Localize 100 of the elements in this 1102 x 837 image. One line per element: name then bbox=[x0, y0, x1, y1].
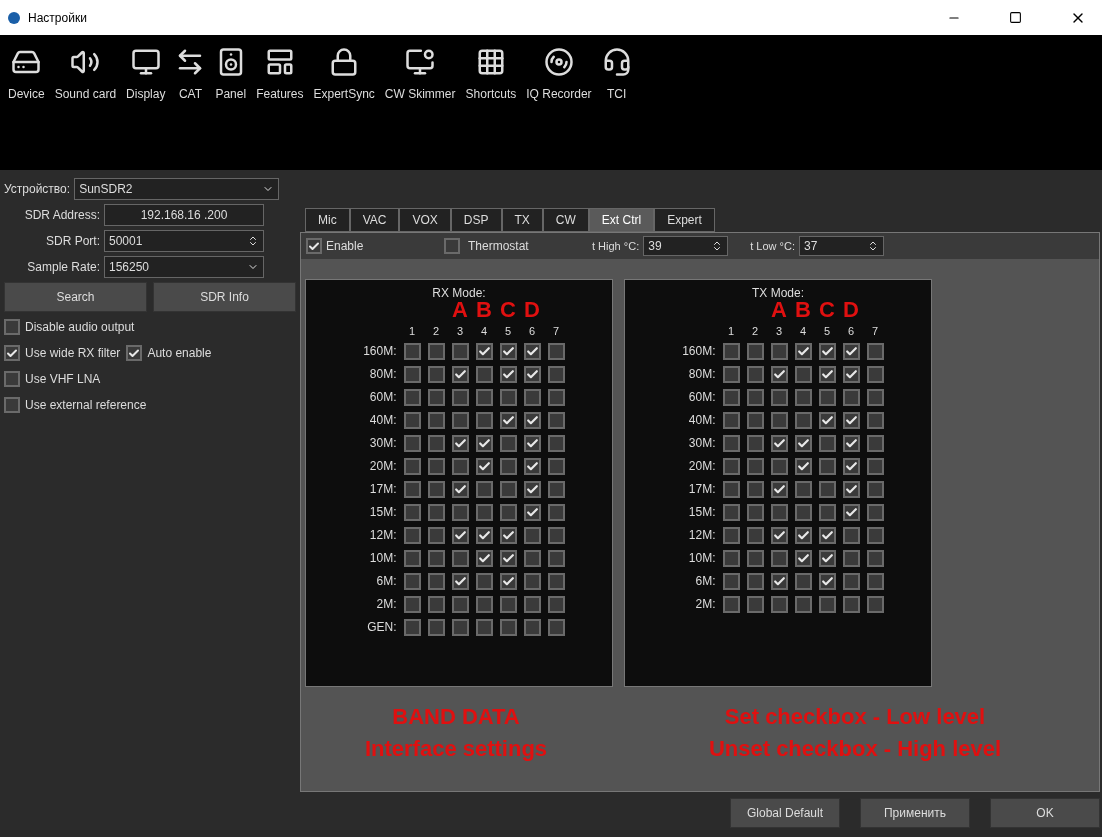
checkbox[interactable] bbox=[746, 411, 764, 429]
checkbox[interactable] bbox=[427, 595, 445, 613]
toolbar-button[interactable]: Features bbox=[256, 47, 304, 103]
checkbox[interactable] bbox=[126, 345, 143, 361]
toolbar-button[interactable]: Panel bbox=[215, 47, 247, 103]
checkbox[interactable] bbox=[818, 572, 836, 590]
checkbox[interactable] bbox=[842, 434, 860, 452]
toolbar-button[interactable]: Device bbox=[8, 47, 45, 103]
checkbox[interactable] bbox=[523, 618, 541, 636]
checkbox[interactable] bbox=[523, 480, 541, 498]
checkbox[interactable] bbox=[770, 411, 788, 429]
footer-button[interactable]: OK bbox=[990, 798, 1100, 828]
checkbox[interactable] bbox=[794, 572, 812, 590]
spin-field[interactable]: 37 bbox=[798, 236, 884, 256]
checkbox[interactable] bbox=[523, 526, 541, 544]
checkbox[interactable] bbox=[746, 549, 764, 567]
checkbox[interactable] bbox=[499, 434, 517, 452]
checkbox[interactable] bbox=[722, 572, 740, 590]
checkbox[interactable] bbox=[4, 397, 20, 413]
checkbox[interactable] bbox=[475, 526, 493, 544]
checkbox[interactable] bbox=[523, 503, 541, 521]
tab[interactable]: Mic bbox=[305, 208, 350, 232]
checkbox[interactable] bbox=[499, 618, 517, 636]
checkbox[interactable] bbox=[547, 411, 565, 429]
checkbox[interactable] bbox=[842, 480, 860, 498]
checkbox[interactable] bbox=[722, 595, 740, 613]
checkbox[interactable] bbox=[475, 572, 493, 590]
checkbox[interactable] bbox=[475, 480, 493, 498]
checkbox[interactable] bbox=[794, 411, 812, 429]
checkbox[interactable] bbox=[451, 549, 469, 567]
checkbox[interactable] bbox=[499, 595, 517, 613]
checkbox[interactable] bbox=[866, 480, 884, 498]
checkbox[interactable] bbox=[475, 549, 493, 567]
checkbox[interactable] bbox=[722, 434, 740, 452]
checkbox[interactable] bbox=[523, 411, 541, 429]
checkbox[interactable] bbox=[770, 434, 788, 452]
checkbox[interactable] bbox=[499, 342, 517, 360]
checkbox[interactable] bbox=[770, 457, 788, 475]
checkbox[interactable] bbox=[427, 618, 445, 636]
tab[interactable]: VAC bbox=[349, 208, 400, 232]
checkbox[interactable] bbox=[523, 572, 541, 590]
checkbox[interactable] bbox=[746, 480, 764, 498]
checkbox[interactable] bbox=[842, 595, 860, 613]
dropdown[interactable]: 156250 bbox=[104, 256, 264, 278]
checkbox[interactable] bbox=[770, 480, 788, 498]
checkbox[interactable] bbox=[770, 388, 788, 406]
checkbox[interactable] bbox=[451, 618, 469, 636]
input-field[interactable]: 192.168.16 .200 bbox=[104, 204, 264, 226]
checkbox[interactable] bbox=[818, 526, 836, 544]
checkbox[interactable] bbox=[866, 342, 884, 360]
checkbox[interactable] bbox=[403, 365, 421, 383]
checkbox[interactable] bbox=[794, 549, 812, 567]
checkbox[interactable] bbox=[770, 572, 788, 590]
checkbox[interactable] bbox=[842, 526, 860, 544]
checkbox[interactable] bbox=[722, 388, 740, 406]
checkbox[interactable] bbox=[866, 434, 884, 452]
toolbar-button[interactable]: CAT bbox=[175, 47, 206, 103]
checkbox[interactable] bbox=[722, 457, 740, 475]
checkbox[interactable] bbox=[818, 503, 836, 521]
checkbox[interactable] bbox=[722, 503, 740, 521]
tab[interactable]: VOX bbox=[399, 208, 451, 232]
checkbox[interactable] bbox=[866, 411, 884, 429]
toolbar-button[interactable]: TCI bbox=[601, 47, 632, 103]
checkbox[interactable] bbox=[842, 572, 860, 590]
checkbox[interactable] bbox=[794, 595, 812, 613]
checkbox[interactable] bbox=[547, 595, 565, 613]
checkbox[interactable] bbox=[794, 434, 812, 452]
checkbox[interactable] bbox=[818, 365, 836, 383]
checkbox[interactable] bbox=[403, 503, 421, 521]
checkbox[interactable] bbox=[475, 618, 493, 636]
checkbox[interactable] bbox=[818, 595, 836, 613]
checkbox[interactable] bbox=[499, 457, 517, 475]
checkbox[interactable] bbox=[475, 595, 493, 613]
checkbox[interactable] bbox=[794, 365, 812, 383]
checkbox[interactable] bbox=[547, 434, 565, 452]
checkbox[interactable] bbox=[818, 388, 836, 406]
checkbox[interactable] bbox=[523, 342, 541, 360]
checkbox[interactable] bbox=[722, 342, 740, 360]
checkbox[interactable] bbox=[4, 345, 20, 361]
checkbox[interactable] bbox=[427, 549, 445, 567]
checkbox[interactable] bbox=[818, 549, 836, 567]
checkbox[interactable] bbox=[523, 457, 541, 475]
checkbox[interactable] bbox=[547, 457, 565, 475]
checkbox[interactable] bbox=[499, 503, 517, 521]
checkbox[interactable] bbox=[818, 434, 836, 452]
checkbox[interactable] bbox=[4, 319, 20, 335]
toolbar-button[interactable]: CW Skimmer bbox=[384, 47, 456, 103]
checkbox[interactable] bbox=[403, 411, 421, 429]
footer-button[interactable]: Применить bbox=[860, 798, 970, 828]
checkbox[interactable] bbox=[770, 526, 788, 544]
checkbox[interactable] bbox=[523, 595, 541, 613]
checkbox[interactable] bbox=[499, 480, 517, 498]
checkbox[interactable] bbox=[866, 572, 884, 590]
tab[interactable]: TX bbox=[501, 208, 543, 232]
checkbox[interactable] bbox=[746, 526, 764, 544]
checkbox[interactable] bbox=[427, 388, 445, 406]
checkbox[interactable] bbox=[427, 365, 445, 383]
checkbox[interactable] bbox=[403, 549, 421, 567]
checkbox[interactable] bbox=[403, 388, 421, 406]
checkbox[interactable] bbox=[475, 434, 493, 452]
